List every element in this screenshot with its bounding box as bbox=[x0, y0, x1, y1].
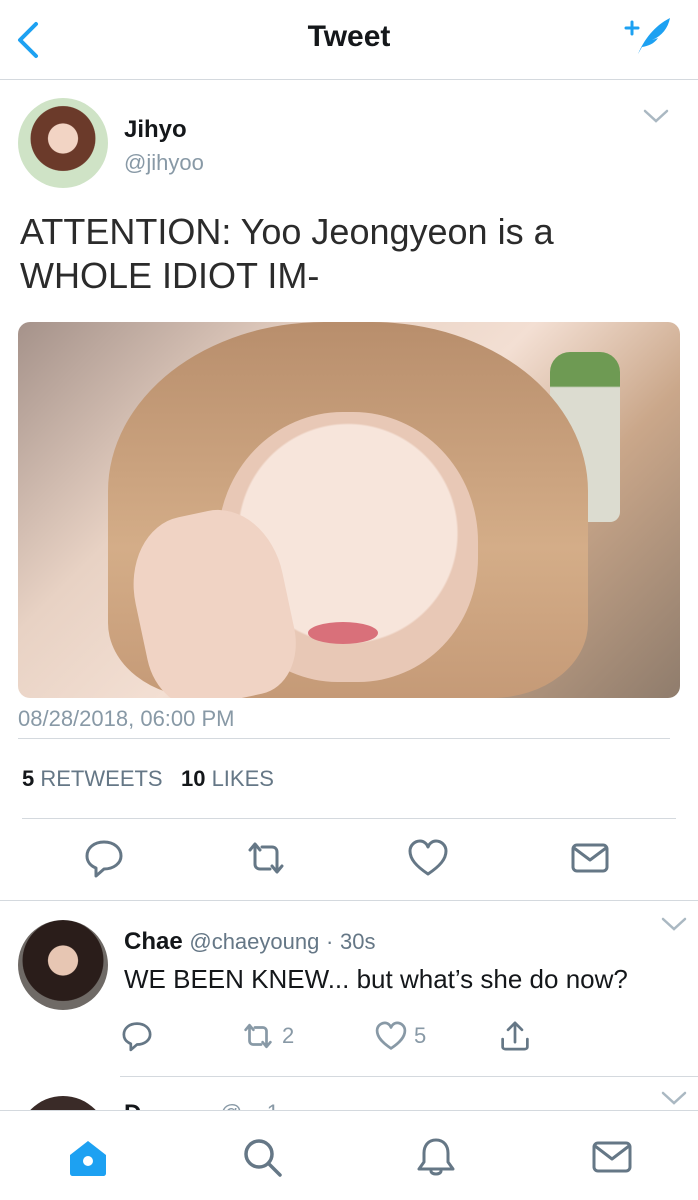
compose-tweet-icon bbox=[624, 18, 670, 54]
compose-tweet-button[interactable] bbox=[622, 14, 674, 58]
reply-button[interactable] bbox=[82, 836, 126, 880]
tweet-text: ATTENTION: Yoo Jeongyeon is a WHOLE IDIO… bbox=[20, 211, 554, 296]
tab-home[interactable] bbox=[66, 1135, 110, 1179]
avatar[interactable] bbox=[18, 1096, 108, 1110]
reply-text: WE BEEN KNEW... but what’s she do now? bbox=[124, 964, 628, 994]
divider bbox=[120, 1076, 698, 1077]
retweet-button[interactable]: 2 bbox=[240, 1018, 294, 1054]
divider bbox=[22, 818, 676, 819]
top-bar: Tweet bbox=[0, 0, 698, 80]
notifications-icon bbox=[417, 1138, 455, 1176]
home-icon bbox=[70, 1141, 106, 1176]
reply-options-button[interactable] bbox=[660, 916, 688, 932]
tweet-actions bbox=[0, 836, 698, 886]
share-icon bbox=[501, 1021, 529, 1051]
direct-message-icon bbox=[571, 843, 609, 873]
like-count: 5 bbox=[414, 1023, 427, 1048]
bottom-tab-bar bbox=[0, 1110, 698, 1200]
author-handle[interactable]: @jihyoo bbox=[124, 150, 204, 176]
tweet-timestamp: 08/28/2018, 06:00 PM bbox=[18, 706, 235, 731]
retweet-button[interactable] bbox=[244, 836, 288, 880]
reply-icon bbox=[85, 840, 123, 878]
reply-author-name[interactable]: Chae bbox=[124, 928, 183, 955]
chevron-down-icon bbox=[661, 1091, 687, 1105]
chevron-down-icon bbox=[643, 109, 669, 123]
next-reply-author-handle[interactable]: @... 1... bbox=[220, 1100, 297, 1110]
like-icon bbox=[408, 839, 448, 876]
reply-button[interactable] bbox=[120, 1018, 154, 1054]
reply-time: 30s bbox=[340, 929, 376, 954]
reply-actions: 2 5 bbox=[120, 1018, 640, 1058]
next-reply-options-button[interactable] bbox=[660, 1090, 688, 1106]
divider bbox=[0, 900, 698, 901]
page-title: Tweet bbox=[307, 20, 391, 53]
tab-messages[interactable] bbox=[590, 1135, 634, 1179]
avatar[interactable] bbox=[18, 920, 108, 1010]
next-reply-author-name[interactable]: D... bbox=[124, 1100, 161, 1110]
messages-icon bbox=[592, 1141, 632, 1173]
like-icon bbox=[375, 1021, 407, 1050]
tweet-stats: 5 RETWEETS 10 LIKES bbox=[22, 766, 274, 792]
retweets-count[interactable]: 5 bbox=[22, 766, 34, 791]
tab-notifications[interactable] bbox=[414, 1135, 458, 1179]
tweet-photo[interactable] bbox=[18, 322, 680, 698]
tab-search[interactable] bbox=[240, 1135, 284, 1179]
tweet-options-button[interactable] bbox=[642, 108, 670, 124]
retweet-count: 2 bbox=[282, 1023, 295, 1048]
likes-count[interactable]: 10 bbox=[181, 766, 205, 791]
like-button[interactable]: 5 bbox=[374, 1018, 426, 1054]
search-icon bbox=[244, 1139, 282, 1177]
reply-icon bbox=[122, 1022, 152, 1052]
next-reply-tweet[interactable]: D... @... 1... bbox=[0, 1078, 698, 1110]
divider bbox=[18, 738, 670, 739]
retweets-label[interactable]: RETWEETS bbox=[40, 766, 162, 791]
retweet-icon bbox=[244, 1023, 272, 1049]
likes-label[interactable]: LIKES bbox=[212, 766, 274, 791]
chevron-down-icon bbox=[661, 917, 687, 931]
separator: · bbox=[326, 929, 334, 954]
avatar[interactable] bbox=[18, 98, 108, 188]
author-name[interactable]: Jihyo bbox=[124, 116, 187, 144]
share-button[interactable] bbox=[498, 1018, 532, 1054]
retweet-icon bbox=[248, 842, 284, 874]
reply-author-handle[interactable]: @chaeyoung bbox=[189, 929, 319, 954]
reply-author-line: Chae @chaeyoung · 30s bbox=[124, 928, 376, 956]
direct-message-button[interactable] bbox=[568, 836, 612, 880]
like-button[interactable] bbox=[406, 836, 450, 880]
